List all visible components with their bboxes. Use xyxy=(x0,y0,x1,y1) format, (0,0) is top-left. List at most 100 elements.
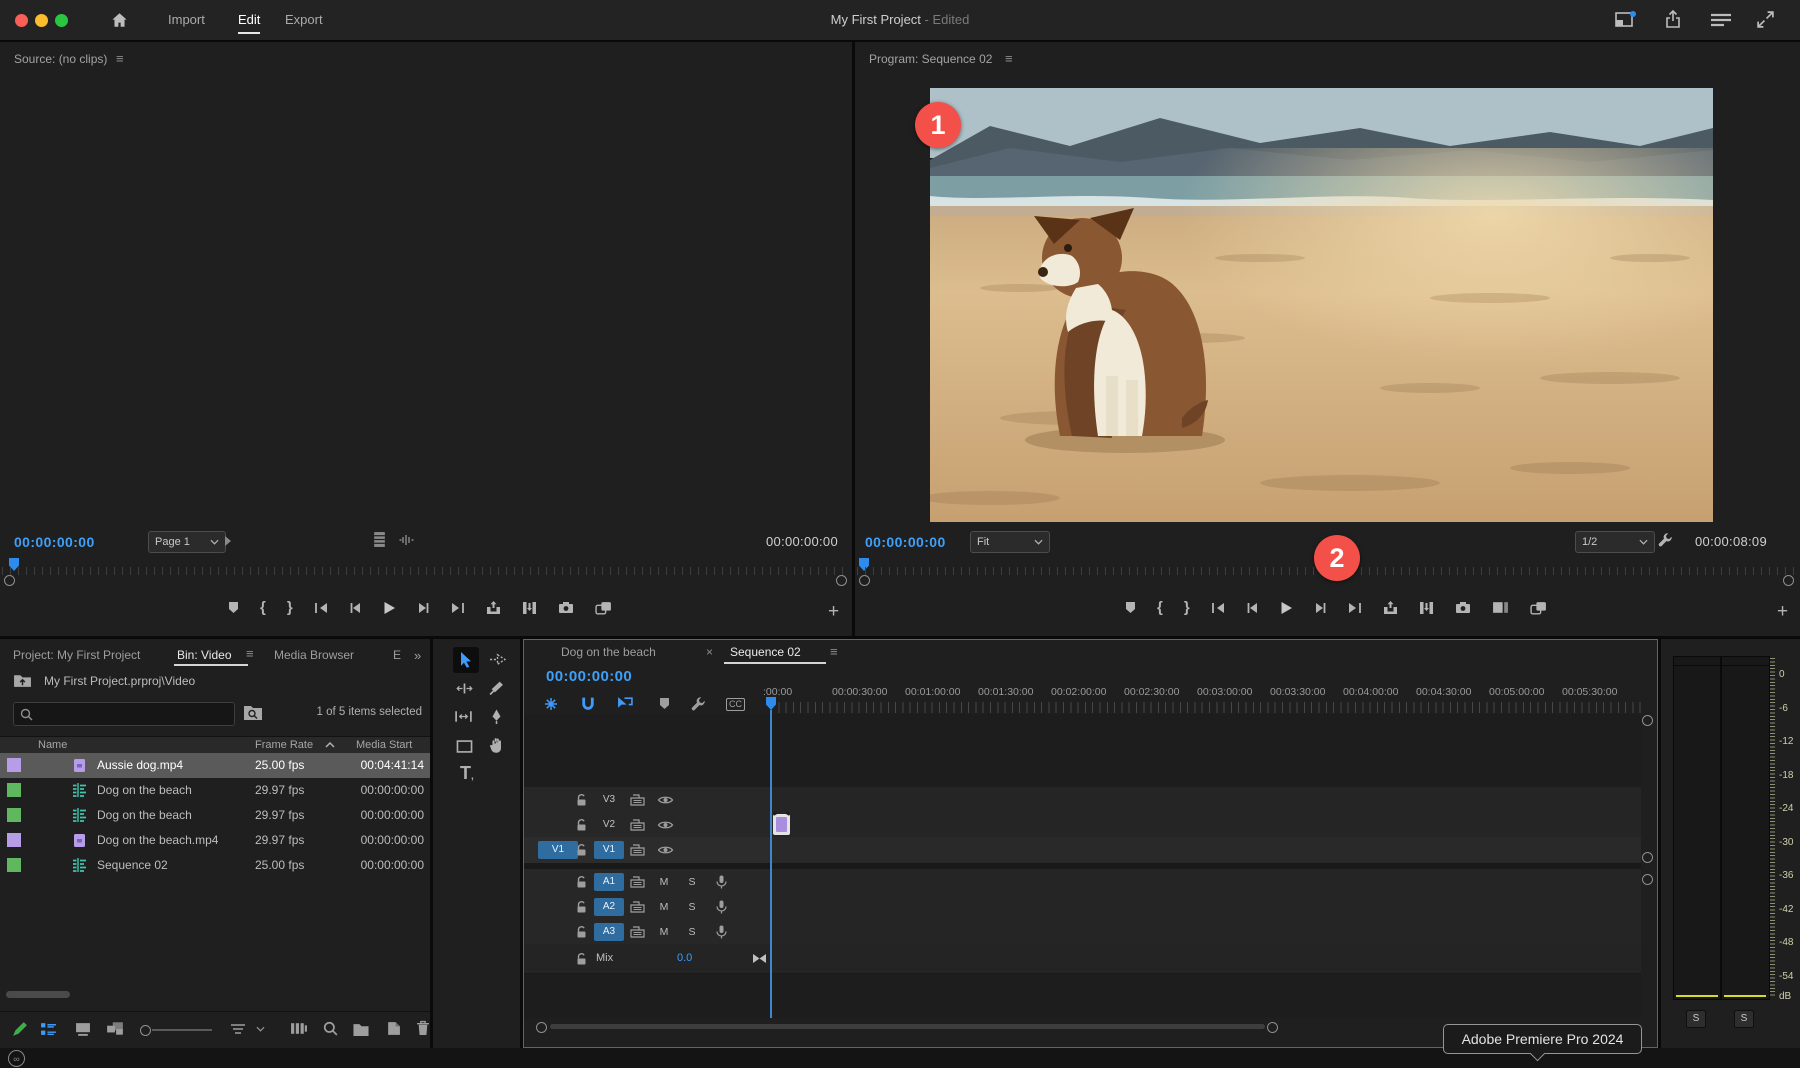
search-input[interactable] xyxy=(39,707,228,721)
source-scrubbar[interactable] xyxy=(2,567,850,575)
go-to-in-icon[interactable] xyxy=(1211,602,1225,614)
solo-left-button[interactable]: S xyxy=(1686,1010,1706,1028)
workspace-icon[interactable] xyxy=(1615,11,1636,28)
tab-timeline-inactive[interactable]: Dog on the beach xyxy=(561,645,656,659)
multicam-toggle-icon[interactable] xyxy=(1530,601,1547,615)
horizontal-scrollbar[interactable] xyxy=(6,991,70,998)
timeline-settings-wrench-icon[interactable] xyxy=(691,696,706,711)
track-v2[interactable]: V2 xyxy=(524,812,1641,838)
sort-ascending-icon[interactable] xyxy=(325,742,335,748)
sync-lock-icon[interactable] xyxy=(630,925,645,938)
panel-menu-icon[interactable]: ≡ xyxy=(830,644,838,659)
zoom-slider-track[interactable] xyxy=(152,1029,212,1031)
zoom-scrollbar-handle-left[interactable] xyxy=(536,1022,547,1033)
progress-dashboard-icon[interactable] xyxy=(1710,13,1732,27)
go-to-out-icon[interactable] xyxy=(1348,602,1362,614)
mark-out-icon[interactable]: } xyxy=(287,600,293,615)
solo-button[interactable]: S xyxy=(684,876,700,888)
add-marker-icon[interactable] xyxy=(1125,601,1136,614)
sync-lock-icon[interactable] xyxy=(630,900,645,913)
timeline-timecode[interactable]: 00:00:00:00 xyxy=(546,668,632,685)
proxy-toggle-icon[interactable] xyxy=(595,601,612,615)
column-media-start[interactable]: Media Start xyxy=(356,739,412,751)
timeline-ruler[interactable] xyxy=(771,702,1644,713)
project-writable-icon[interactable] xyxy=(12,1021,28,1037)
sync-lock-icon[interactable] xyxy=(630,818,645,831)
lock-icon[interactable] xyxy=(576,844,587,857)
track-label[interactable]: V1 xyxy=(594,841,624,859)
delete-icon[interactable] xyxy=(416,1020,430,1036)
hand-tool[interactable] xyxy=(489,737,504,753)
icon-view-icon[interactable] xyxy=(75,1022,91,1036)
track-a3-lane[interactable] xyxy=(771,919,1641,944)
go-to-out-icon[interactable] xyxy=(451,602,465,614)
column-name[interactable]: Name xyxy=(38,739,67,751)
tab-timeline-active[interactable]: Sequence 02 xyxy=(730,645,801,659)
zoom-scrollbar-handle-right[interactable] xyxy=(1267,1022,1278,1033)
add-marker-icon[interactable] xyxy=(228,601,239,614)
go-to-in-icon[interactable] xyxy=(314,602,328,614)
export-frame-icon[interactable] xyxy=(1455,601,1471,614)
label-swatch[interactable] xyxy=(7,833,21,847)
timeline-playhead-line[interactable] xyxy=(770,710,772,1018)
pen-tool[interactable] xyxy=(490,708,503,725)
track-output-eye-icon[interactable] xyxy=(657,845,674,856)
lift-icon[interactable] xyxy=(1383,600,1398,615)
mute-button[interactable]: M xyxy=(656,876,672,888)
drag-video-only-icon[interactable] xyxy=(372,531,387,548)
search-bin-icon[interactable] xyxy=(243,704,263,721)
rectangle-tool[interactable] xyxy=(456,740,473,753)
mark-in-icon[interactable]: { xyxy=(260,600,266,615)
track-v3-lane[interactable] xyxy=(771,787,1641,812)
track-label[interactable]: V3 xyxy=(594,791,624,809)
linked-selection-icon[interactable] xyxy=(617,696,633,710)
program-fit-select[interactable]: Fit xyxy=(970,531,1050,553)
vertical-scroll-handle[interactable] xyxy=(1642,874,1653,885)
slip-tool[interactable] xyxy=(454,710,473,723)
new-bin-icon[interactable] xyxy=(352,1022,370,1036)
creative-cloud-icon[interactable]: ∞ xyxy=(8,1050,25,1067)
play-icon[interactable] xyxy=(1280,601,1293,615)
solo-right-button[interactable]: S xyxy=(1734,1010,1754,1028)
panel-menu-icon[interactable]: ≡ xyxy=(246,646,254,661)
track-a3[interactable]: A3 M S xyxy=(524,919,1641,945)
voi​ce-over-mic-icon[interactable] xyxy=(716,875,727,889)
timeline-zoom-scrollbar[interactable] xyxy=(550,1024,1265,1029)
sync-lock-icon[interactable] xyxy=(630,875,645,888)
track-mix[interactable]: Mix 0.0 xyxy=(524,944,1641,974)
tab-effects-truncated[interactable]: E xyxy=(393,648,401,662)
sync-lock-icon[interactable] xyxy=(630,793,645,806)
razor-tool[interactable] xyxy=(489,680,504,695)
step-back-icon[interactable] xyxy=(1246,602,1259,614)
ripple-edit-tool[interactable] xyxy=(456,682,473,695)
source-patch-v1[interactable]: V1 xyxy=(538,841,578,859)
add-marker-icon[interactable] xyxy=(659,697,670,710)
label-swatch[interactable] xyxy=(7,783,21,797)
button-editor-icon[interactable]: + xyxy=(1777,602,1788,621)
nest-sequences-icon[interactable] xyxy=(544,697,558,711)
source-zoom-handle-left[interactable] xyxy=(4,575,15,586)
comparison-view-icon[interactable] xyxy=(1492,601,1509,614)
sync-lock-icon[interactable] xyxy=(630,844,645,856)
mute-button[interactable]: M xyxy=(656,926,672,938)
tab-media-browser[interactable]: Media Browser xyxy=(274,648,354,662)
source-zoom-handle-right[interactable] xyxy=(836,575,847,586)
automate-to-sequence-icon[interactable] xyxy=(290,1022,308,1035)
lock-icon[interactable] xyxy=(576,900,587,913)
panel-menu-icon[interactable]: ≡ xyxy=(1005,51,1013,66)
new-item-icon[interactable] xyxy=(386,1021,401,1036)
label-swatch[interactable] xyxy=(7,758,21,772)
program-quality-select[interactable]: 1/2 xyxy=(1575,531,1655,553)
track-v1-lane[interactable] xyxy=(771,837,1641,863)
vertical-scroll-handle[interactable] xyxy=(1642,852,1653,863)
track-a2-lane[interactable] xyxy=(771,894,1641,919)
track-a1-lane[interactable] xyxy=(771,869,1641,894)
settings-wrench-icon[interactable] xyxy=(1658,532,1673,547)
zoom-slider-handle[interactable] xyxy=(140,1025,151,1036)
play-icon[interactable] xyxy=(383,601,396,615)
bin-item-row[interactable]: Dog on the beach 29.97 fps 00:00:00:00 xyxy=(0,803,430,828)
find-icon[interactable] xyxy=(323,1021,338,1036)
mute-button[interactable]: M xyxy=(656,901,672,913)
solo-button[interactable]: S xyxy=(684,926,700,938)
step-forward-icon[interactable] xyxy=(1314,602,1327,614)
